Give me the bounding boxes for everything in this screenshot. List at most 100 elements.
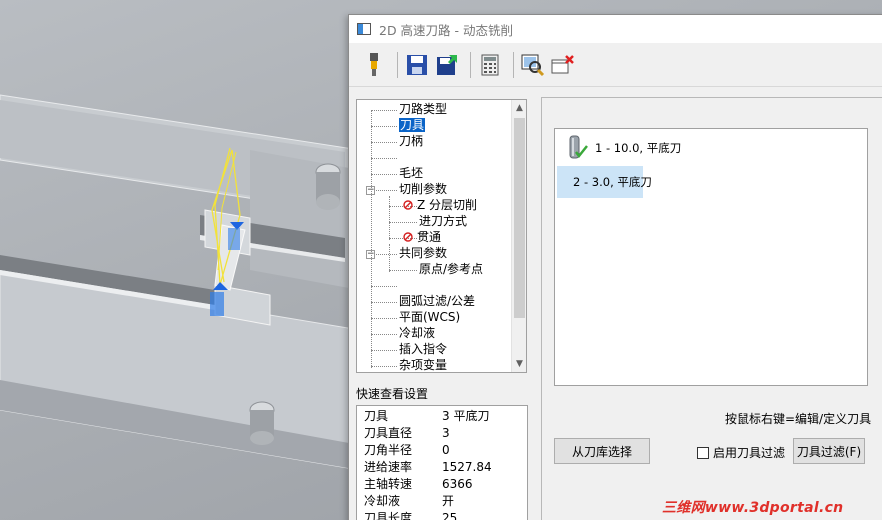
quick-view-key: 刀具直径	[364, 426, 413, 440]
tree-connector	[371, 142, 397, 143]
quick-view-row: 刀具 3 平底刀	[364, 408, 522, 425]
quick-view-table: 刀具 3 平底刀 刀具直径 3 刀角半径 0 进给速率 1527.84 主轴转速 6366 冷却液 开…	[356, 405, 528, 520]
tree-connector	[389, 196, 390, 240]
tree-item-label: 冷却液	[399, 326, 436, 340]
tree-item[interactable]: 圆弧过滤/公差	[399, 294, 475, 309]
quick-view-row: 主轴转速 6366	[364, 476, 522, 493]
save-icon	[407, 54, 427, 75]
toolbar-separator	[513, 51, 514, 78]
tree-connector	[389, 270, 417, 271]
quick-view-value: 3	[442, 426, 450, 440]
quick-view-value: 1527.84	[442, 460, 492, 474]
tree-connector	[371, 286, 397, 287]
tool-panel: 1 - 10.0, 平底刀 2 - 3.0, 平底刀 按鼠标右键=编辑/定义刀具 …	[541, 97, 882, 520]
edit-hint: 按鼠标右键=编辑/定义刀具	[725, 412, 872, 426]
tree-item-label: 切削参数	[399, 182, 448, 196]
parameter-tree[interactable]: 刀路类型 刀具 刀柄 毛坯 − 切削参数 Z 分层切削 进刀方式 贯通 − 共同参数 原点/参考点 圆弧…	[356, 99, 527, 373]
tree-item-label: 贯通	[417, 230, 442, 244]
tree-item[interactable]: 切削参数	[399, 182, 447, 197]
tree-item-label: 刀路类型	[399, 102, 448, 116]
calculator-button[interactable]	[477, 51, 503, 79]
tree-item[interactable]: 刀路类型	[399, 102, 447, 117]
quick-view-key: 进给速率	[364, 460, 413, 474]
calculator-icon	[481, 54, 499, 75]
tool-list-item[interactable]: 2 - 3.0, 平底刀	[557, 166, 652, 198]
tree-connector	[389, 244, 390, 272]
toolpath-dialog[interactable]: 2D 高速刀路 - 动态铣削 刀路类型 刀具 刀柄 毛坯 − 切削参数 Z 分层…	[348, 14, 882, 520]
tree-item-label: 插入指令	[399, 342, 448, 356]
tree-item[interactable]: 贯通	[403, 230, 441, 245]
tool-button[interactable]	[361, 51, 387, 79]
tree-item-label: 刀柄	[399, 134, 424, 148]
quick-view-key: 主轴转速	[364, 477, 413, 491]
quick-view-row: 进给速率 1527.84	[364, 459, 522, 476]
quick-view-value: 开	[442, 494, 455, 508]
tree-item[interactable]: 插入指令	[399, 342, 447, 357]
enable-filter-checkbox[interactable]: 启用刀具过滤	[697, 444, 785, 461]
app-icon	[357, 23, 371, 35]
save-button[interactable]	[404, 51, 430, 79]
tree-item[interactable]: 进刀方式	[419, 214, 467, 229]
window-title: 2D 高速刀路 - 动态铣削	[379, 22, 514, 38]
scroll-down-icon[interactable]: ▼	[512, 356, 527, 372]
tree-item[interactable]: 刀具	[399, 118, 426, 133]
tree-connector	[371, 318, 397, 319]
tree-item-label: 刀具	[399, 118, 426, 132]
tree-item[interactable]: 原点/参考点	[419, 262, 483, 277]
tree-item[interactable]: Z 分层切削	[403, 198, 477, 213]
tool-list-item-label: 1 - 10.0, 平底刀	[595, 141, 682, 155]
quick-view-title: 快速查看设置	[356, 387, 429, 401]
tool-icon	[370, 52, 378, 76]
checkbox-box[interactable]	[697, 446, 709, 459]
tree-item-label: 原点/参考点	[419, 262, 484, 276]
quick-view-value: 0	[442, 443, 450, 457]
preview-icon	[521, 54, 545, 76]
quick-view-value: 25	[442, 511, 458, 520]
tree-item[interactable]: 冷却液	[399, 326, 435, 341]
tree-item-label: Z 分层切削	[417, 198, 478, 212]
tree-item[interactable]: 杂项变量	[399, 358, 447, 373]
title-bar[interactable]: 2D 高速刀路 - 动态铣削	[349, 15, 882, 43]
tree-connector	[371, 126, 397, 127]
tree-item-label: 圆弧过滤/公差	[399, 294, 476, 308]
clear-button[interactable]	[550, 51, 576, 79]
quick-view-key: 刀角半径	[364, 443, 413, 457]
tree-item[interactable]: 平面(WCS)	[399, 310, 460, 325]
tool-filter-button[interactable]: 刀具过滤(F)	[793, 438, 865, 464]
load-button[interactable]	[434, 51, 460, 79]
tool-list[interactable]: 1 - 10.0, 平底刀 2 - 3.0, 平底刀	[554, 128, 868, 386]
toolbar-separator	[470, 51, 471, 78]
quick-view-value: 6366	[442, 477, 473, 491]
tree-item[interactable]: 共同参数	[399, 246, 447, 261]
tree-connector	[371, 110, 372, 368]
tool-list-item-label: 2 - 3.0, 平底刀	[573, 175, 652, 189]
enable-filter-label: 启用刀具过滤	[713, 446, 786, 460]
quick-view-key: 刀具长度	[364, 511, 413, 520]
quick-view-row: 刀角半径 0	[364, 442, 522, 459]
tree-item-label: 杂项变量	[399, 358, 448, 372]
tree-item[interactable]: 毛坯	[399, 166, 423, 181]
tree-item-label: 毛坯	[399, 166, 424, 180]
select-from-library-button[interactable]: 从刀库选择	[554, 438, 650, 464]
tree-item-label: 共同参数	[399, 246, 448, 260]
tree-item-label: 平面(WCS)	[399, 310, 461, 324]
scroll-thumb[interactable]	[514, 118, 525, 318]
preview-button[interactable]	[520, 51, 546, 79]
tree-connector	[371, 334, 397, 335]
quick-view-key: 冷却液	[364, 494, 401, 508]
tree-item-label: 进刀方式	[419, 214, 468, 228]
load-icon	[437, 54, 457, 75]
tree-scrollbar[interactable]: ▲ ▼	[511, 100, 526, 372]
scroll-up-icon[interactable]: ▲	[512, 100, 527, 116]
tool-list-item[interactable]: 1 - 10.0, 平底刀	[557, 132, 682, 164]
forbid-icon	[403, 232, 413, 242]
tree-connector	[371, 302, 397, 303]
toolbar	[349, 43, 882, 87]
quick-view-value: 3 平底刀	[442, 409, 490, 423]
quick-view-row: 刀具长度 25	[364, 510, 522, 520]
tree-connector	[371, 110, 397, 111]
tree-connector	[371, 350, 397, 351]
tree-connector	[371, 174, 397, 175]
tree-connector	[389, 222, 417, 223]
tree-item[interactable]: 刀柄	[399, 134, 423, 149]
